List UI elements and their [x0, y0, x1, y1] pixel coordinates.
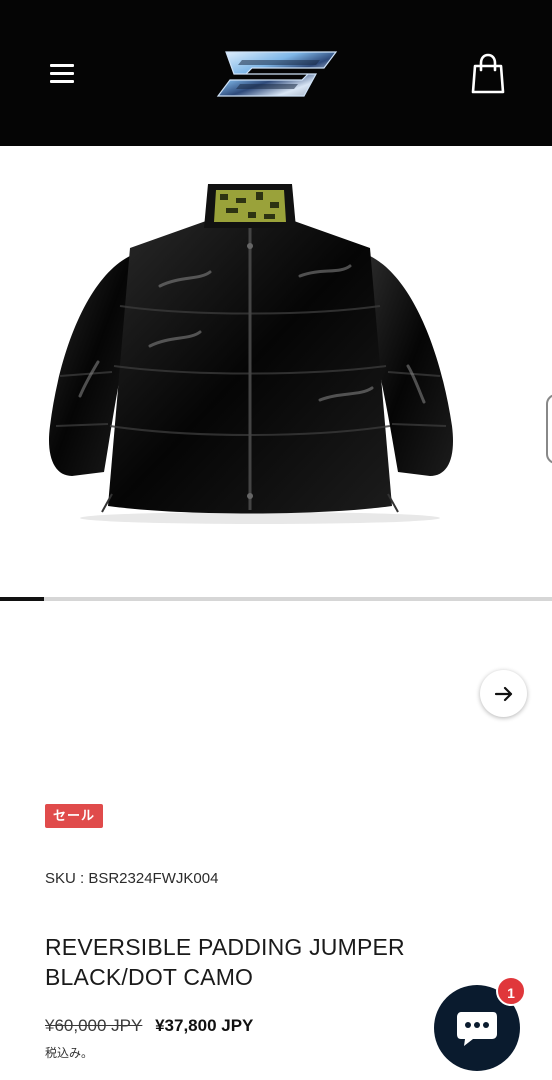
black-puffer-jacket-image: [48, 184, 454, 524]
product-title-line-1: REVERSIBLE PADDING JUMPER: [45, 934, 405, 960]
hamburger-menu-icon[interactable]: [46, 58, 80, 88]
next-slide-button[interactable]: [480, 670, 527, 717]
arrow-right-icon: [494, 686, 512, 701]
product-sku: SKU : BSR2324FWJK004: [45, 870, 219, 887]
product-page: セール SKU : BSR2324FWJK004 REVERSIBLE PADD…: [0, 0, 552, 1080]
chat-bubble-icon: [457, 1012, 497, 1046]
site-header: [0, 0, 552, 146]
product-title: REVERSIBLE PADDING JUMPER BLACK/DOT CAMO: [45, 932, 445, 992]
brand-chrome-logo-icon[interactable]: [212, 46, 344, 102]
next-image-peek[interactable]: [546, 394, 552, 464]
shopping-bag-icon[interactable]: [466, 52, 510, 96]
chat-unread-badge: 1: [496, 976, 526, 1006]
price-row: ¥60,000 JPY ¥37,800 JPY: [45, 1016, 253, 1036]
original-price: ¥60,000 JPY: [45, 1016, 143, 1035]
tax-note: 税込み。: [45, 1046, 94, 1060]
carousel-progress-bar: [0, 597, 552, 601]
product-title-line-2: BLACK/DOT CAMO: [45, 964, 254, 990]
carousel-progress-fill: [0, 597, 45, 601]
sale-price: ¥37,800 JPY: [155, 1016, 254, 1035]
sale-badge: セール: [45, 804, 104, 828]
product-image-carousel[interactable]: [0, 146, 552, 602]
